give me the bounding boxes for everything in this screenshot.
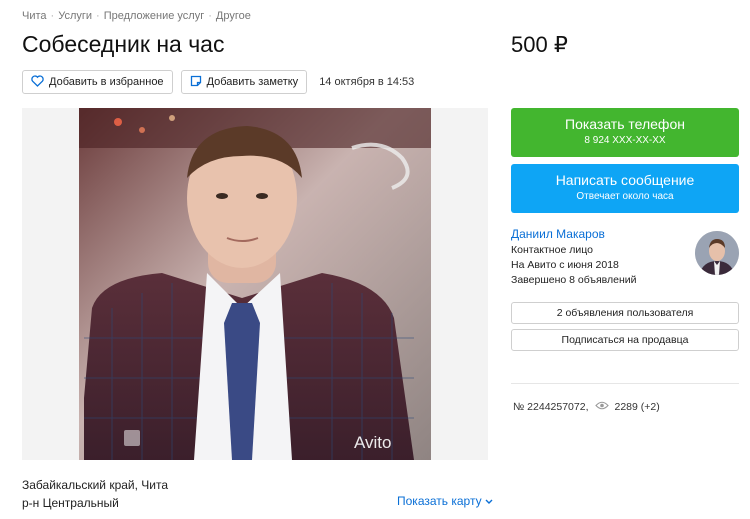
publish-date: 14 октября в 14:53 — [319, 76, 415, 88]
breadcrumb-offer[interactable]: Предложение услуг — [104, 10, 205, 22]
address-district: р-н Центральный — [22, 496, 119, 510]
phone-masked: 8 924 XXX-XX-XX — [584, 135, 666, 146]
note-icon — [190, 75, 202, 90]
seller-info: Даниил Макаров Контактное лицо На Авито … — [511, 227, 739, 297]
watermark: Avito — [354, 433, 392, 452]
page-title: Собеседник на час — [22, 31, 225, 57]
eye-icon — [594, 401, 609, 413]
breadcrumb-separator: · — [50, 10, 55, 22]
breadcrumb-other[interactable]: Другое — [216, 10, 251, 22]
seller-ads-button[interactable]: 2 объявления пользователя — [511, 302, 739, 324]
breadcrumb-separator: · — [96, 10, 100, 22]
chevron-down-icon — [485, 494, 493, 508]
ad-stats: № 2244257072, 2289 (+2) — [513, 401, 660, 413]
write-message-label: Написать сообщение — [555, 172, 695, 188]
ad-actions: Добавить в избранное Добавить заметку 14… — [22, 70, 414, 94]
views-count: 2289 (+2) — [614, 401, 660, 413]
breadcrumb: Чита · Услуги · Предложение услуг · Друг… — [22, 10, 251, 22]
breadcrumb-city[interactable]: Чита — [22, 10, 47, 22]
note-label: Добавить заметку — [206, 76, 299, 88]
add-to-favorites-button[interactable]: Добавить в избранное — [22, 70, 173, 94]
price: 500 ₽ — [511, 32, 568, 57]
show-map-link[interactable]: Показать карту — [397, 494, 493, 508]
show-map-label: Показать карту — [397, 494, 482, 508]
portrait-image: Avito — [22, 108, 488, 460]
favorites-label: Добавить в избранное — [49, 76, 164, 88]
show-phone-label: Показать телефон — [565, 116, 685, 132]
show-phone-button[interactable]: Показать телефон 8 924 XXX-XX-XX — [511, 108, 739, 157]
divider — [511, 383, 739, 384]
avatar[interactable] — [695, 231, 739, 275]
breadcrumb-services[interactable]: Услуги — [58, 10, 92, 22]
address: Забайкальский край, Чита р-н Центральный — [22, 476, 168, 512]
seller-completed: Завершено 8 объявлений — [511, 274, 637, 286]
address-region: Забайкальский край, Чита — [22, 478, 169, 492]
write-message-button[interactable]: Написать сообщение Отвечает около часа — [511, 164, 739, 213]
subscribe-seller-button[interactable]: Подписаться на продавца — [511, 329, 739, 351]
reply-time: Отвечает около часа — [576, 191, 674, 202]
ad-photo[interactable]: Avito — [22, 108, 488, 460]
add-note-button[interactable]: Добавить заметку — [180, 70, 308, 94]
ad-number: № 2244257072, — [513, 401, 589, 413]
breadcrumb-separator: · — [208, 10, 212, 22]
contact-panel: Показать телефон 8 924 XXX-XX-XX Написат… — [511, 108, 739, 351]
heart-icon — [31, 74, 44, 90]
